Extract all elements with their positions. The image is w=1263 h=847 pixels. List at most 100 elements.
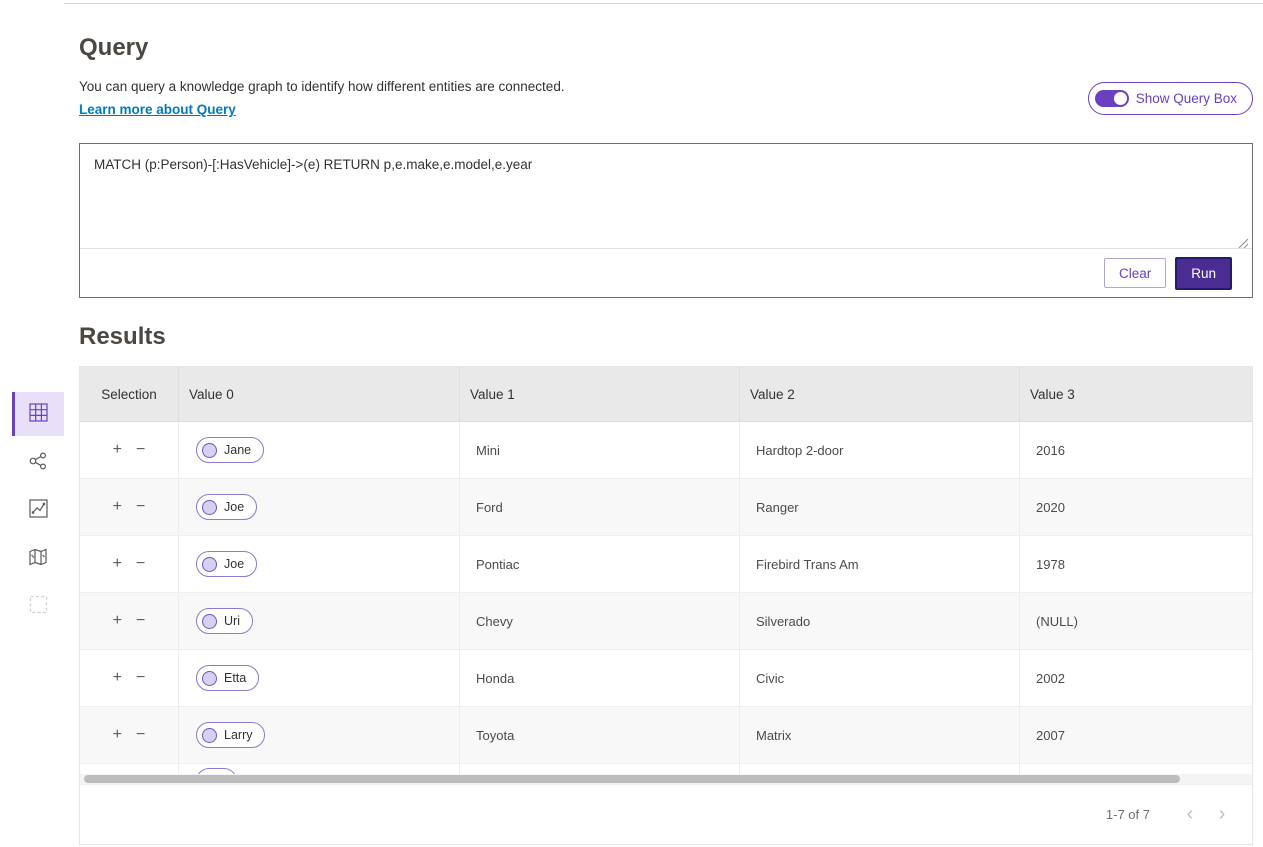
entity-name: Joe xyxy=(224,557,244,571)
remove-from-selection-button[interactable]: − xyxy=(136,727,145,743)
table-row: + − Joe Pontiac Firebird Trans Am 1978 xyxy=(80,536,1252,593)
selection-cell: + − xyxy=(80,593,179,649)
remove-from-selection-button[interactable]: − xyxy=(136,499,145,515)
results-section-title: Results xyxy=(79,323,166,351)
value3-cell: 2002 xyxy=(1020,650,1252,706)
value1-cell xyxy=(460,764,740,774)
chart-view-button[interactable] xyxy=(12,488,64,532)
entity-node-icon xyxy=(202,500,217,515)
learn-more-link[interactable]: Learn more about Query xyxy=(79,102,236,117)
clear-button[interactable]: Clear xyxy=(1104,258,1166,288)
value3-cell: 2020 xyxy=(1020,479,1252,535)
entity-node-icon xyxy=(202,557,217,572)
toggle-label: Show Query Box xyxy=(1136,91,1237,106)
table-row: + − Joe Ford Ranger 2020 xyxy=(80,479,1252,536)
entity-pill[interactable]: Joe xyxy=(196,551,257,577)
entity-pill[interactable]: Joe xyxy=(196,494,257,520)
results-table: Selection Value 0 Value 1 Value 2 Value … xyxy=(79,366,1253,845)
resize-handle-icon[interactable] xyxy=(1238,236,1249,247)
entity-node-icon xyxy=(202,671,217,686)
value2-cell xyxy=(740,764,1020,774)
selection-cell: + − xyxy=(80,536,179,592)
value2-cell: Matrix xyxy=(740,707,1020,763)
query-input[interactable]: MATCH (p:Person)-[:HasVehicle]->(e) RETU… xyxy=(80,144,1252,248)
selection-cell: + − xyxy=(80,650,179,706)
value1-cell: Chevy xyxy=(460,593,740,649)
table-row: + − Etta Honda Civic 2002 xyxy=(80,650,1252,707)
entity-pill[interactable]: Jane xyxy=(196,437,264,463)
table-view-button[interactable] xyxy=(12,392,64,436)
column-header-value1: Value 1 xyxy=(460,367,740,421)
value2-cell: Silverado xyxy=(740,593,1020,649)
selection-cell: + − xyxy=(80,479,179,535)
top-border xyxy=(64,3,1263,4)
next-page-button[interactable]: › xyxy=(1206,799,1238,831)
selection-cell xyxy=(80,764,179,774)
entity-cell: Etta xyxy=(179,650,460,706)
add-to-selection-button[interactable]: + xyxy=(113,442,122,458)
remove-from-selection-button[interactable]: − xyxy=(136,442,145,458)
entity-node-icon xyxy=(202,728,217,743)
chart-view-icon xyxy=(29,499,48,521)
selection-cell: + − xyxy=(80,707,179,763)
query-button-bar: Clear Run xyxy=(80,249,1252,297)
selection-view-icon xyxy=(29,595,48,617)
column-header-value2: Value 2 xyxy=(740,367,1020,421)
value2-cell: Ranger xyxy=(740,479,1020,535)
add-to-selection-button[interactable]: + xyxy=(113,556,122,572)
value1-cell: Pontiac xyxy=(460,536,740,592)
horizontal-scrollbar-track xyxy=(80,774,1252,784)
link-chart-view-button[interactable] xyxy=(12,440,64,484)
remove-from-selection-button[interactable]: − xyxy=(136,556,145,572)
value1-cell: Mini xyxy=(460,422,740,478)
selection-view-button xyxy=(12,584,64,628)
entity-pill[interactable]: Etta xyxy=(196,665,259,691)
pagination-range: 1-7 of 7 xyxy=(1106,807,1150,822)
value2-cell: Civic xyxy=(740,650,1020,706)
entity-name: Etta xyxy=(224,671,246,685)
column-header-selection: Selection xyxy=(80,367,179,421)
entity-node-icon xyxy=(202,443,217,458)
run-button[interactable]: Run xyxy=(1175,257,1232,290)
add-to-selection-button[interactable]: + xyxy=(113,727,122,743)
value2-cell: Firebird Trans Am xyxy=(740,536,1020,592)
value3-cell: 2007 xyxy=(1020,707,1252,763)
table-header-row: Selection Value 0 Value 1 Value 2 Value … xyxy=(80,367,1252,422)
column-header-value3: Value 3 xyxy=(1020,367,1252,421)
table-row: + − Jane Mini Hardtop 2-door 2016 xyxy=(80,422,1252,479)
query-section-title: Query xyxy=(79,34,148,62)
table-view-icon xyxy=(29,403,48,425)
value3-cell: 1978 xyxy=(1020,536,1252,592)
show-query-box-toggle[interactable]: Show Query Box xyxy=(1088,82,1253,115)
value3-cell: 2016 xyxy=(1020,422,1252,478)
previous-page-button[interactable]: ‹ xyxy=(1174,799,1206,831)
add-to-selection-button[interactable]: + xyxy=(113,613,122,629)
table-body: + − Jane Mini Hardtop 2-door 2016 + − xyxy=(80,422,1252,774)
entity-cell: Uri xyxy=(179,593,460,649)
remove-from-selection-button[interactable]: − xyxy=(136,670,145,686)
table-footer: 1-7 of 7 ‹ › xyxy=(80,784,1252,844)
chevron-right-icon: › xyxy=(1219,803,1226,826)
query-page: Query You can query a knowledge graph to… xyxy=(0,0,1263,847)
entity-name: Joe xyxy=(224,500,244,514)
entity-pill[interactable]: Uri xyxy=(196,608,253,634)
map-view-icon xyxy=(28,547,48,570)
toggle-switch-icon xyxy=(1095,90,1129,107)
table-row: + − Uri Chevy Silverado (NULL) xyxy=(80,593,1252,650)
value1-cell: Ford xyxy=(460,479,740,535)
entity-name: Larry xyxy=(224,728,252,742)
add-to-selection-button[interactable]: + xyxy=(113,670,122,686)
value1-cell: Toyota xyxy=(460,707,740,763)
view-switcher xyxy=(12,392,64,628)
horizontal-scrollbar-thumb[interactable] xyxy=(84,775,1180,783)
value1-cell: Honda xyxy=(460,650,740,706)
remove-from-selection-button[interactable]: − xyxy=(136,613,145,629)
entity-pill[interactable]: Larry xyxy=(196,722,265,748)
entity-cell: Jane xyxy=(179,422,460,478)
entity-cell: Joe xyxy=(179,479,460,535)
add-to-selection-button[interactable]: + xyxy=(113,499,122,515)
table-row-partial xyxy=(80,764,1252,774)
value3-cell: (NULL) xyxy=(1020,593,1252,649)
map-view-button[interactable] xyxy=(12,536,64,580)
entity-cell xyxy=(179,764,460,774)
